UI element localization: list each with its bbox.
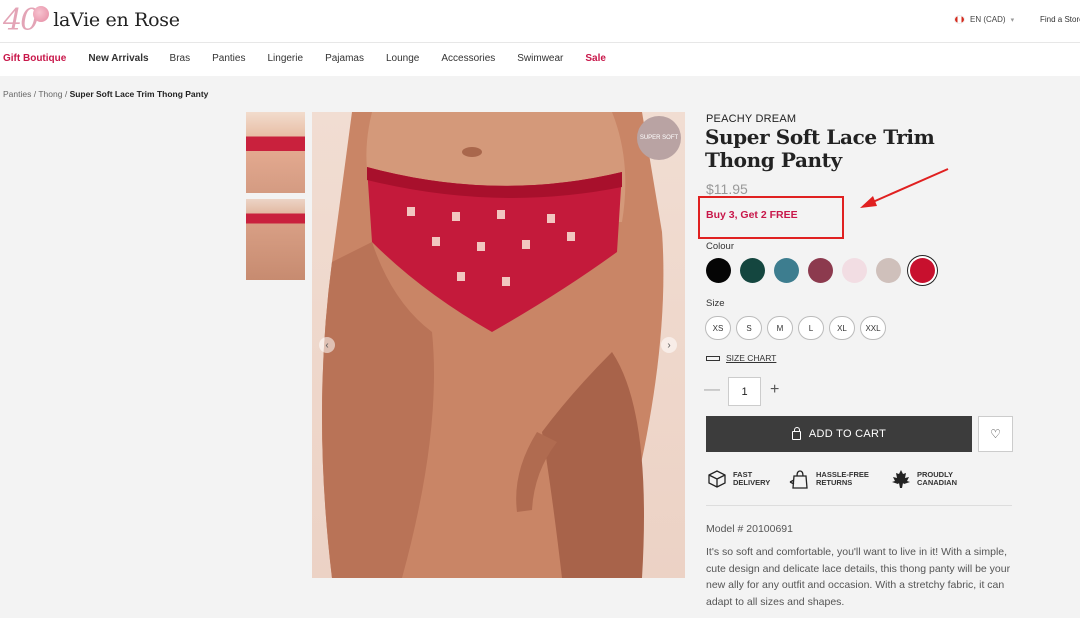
colour-swatch[interactable]	[876, 258, 901, 283]
breadcrumb-link-thong[interactable]: Thong	[38, 89, 62, 99]
colour-swatch[interactable]	[740, 258, 765, 283]
product-thumbnail-front[interactable]	[246, 112, 305, 193]
nav-item-lingerie[interactable]: Lingerie	[267, 53, 303, 64]
nav-item-lounge[interactable]: Lounge	[386, 53, 419, 64]
feature-hassle-free-returns: HASSLE-FREE RETURNS	[789, 468, 869, 490]
canada-flag-icon	[954, 15, 965, 24]
size-option[interactable]: S	[736, 316, 762, 340]
breadcrumb: Panties / Thong / Super Soft Lace Trim T…	[3, 89, 208, 99]
breadcrumb-separator: /	[33, 89, 37, 99]
colour-swatch[interactable]	[774, 258, 799, 283]
product-brand: PEACHY DREAM	[706, 113, 797, 125]
colour-swatch[interactable]	[910, 258, 935, 283]
chevron-down-icon: ▾	[1010, 16, 1015, 24]
quantity-decrease-button[interactable]: —	[704, 381, 720, 399]
product-price: $11.95	[706, 181, 748, 197]
header-divider	[0, 42, 1080, 43]
site-header: 40 laVie en Rose EN (CAD) ▾ Find a Store…	[0, 0, 1080, 76]
colour-swatch[interactable]	[706, 258, 731, 283]
product-title: Super Soft Lace Trim Thong Panty	[705, 125, 935, 172]
breadcrumb-current: Super Soft Lace Trim Thong Panty	[69, 89, 209, 99]
ruler-icon	[706, 355, 720, 361]
colour-swatch[interactable]	[808, 258, 833, 283]
breadcrumb-link-panties[interactable]: Panties	[3, 89, 31, 99]
size-option[interactable]: L	[798, 316, 824, 340]
product-thumbnail-back[interactable]	[246, 199, 305, 280]
size-option[interactable]: XS	[705, 316, 731, 340]
language-selector[interactable]: EN (CAD) ▾	[954, 15, 1014, 24]
nav-item-bras[interactable]: Bras	[170, 53, 191, 64]
rose-icon	[33, 6, 50, 22]
find-store-link[interactable]: Find a Store	[1040, 15, 1080, 24]
nav-item-sale[interactable]: Sale	[585, 53, 606, 64]
product-main-image	[312, 112, 685, 578]
annotation-highlight-box	[698, 196, 844, 239]
quantity-input[interactable]: 1	[728, 377, 761, 406]
colour-label: Colour	[706, 241, 734, 252]
size-chart-link[interactable]: SIZE CHART	[706, 353, 776, 363]
site-logo[interactable]: 40 laVie en Rose	[3, 2, 180, 38]
add-to-cart-label: ADD TO CART	[808, 428, 887, 440]
nav-item-panties[interactable]: Panties	[212, 53, 245, 64]
nav-item-gift-boutique[interactable]: Gift Boutique	[3, 53, 66, 64]
lock-icon	[791, 427, 801, 440]
maple-leaf-icon	[890, 468, 912, 490]
nav-item-swimwear[interactable]: Swimwear	[517, 53, 563, 64]
nav-item-pajamas[interactable]: Pajamas	[325, 53, 364, 64]
language-label: EN (CAD)	[970, 15, 1006, 24]
size-chart-label: SIZE CHART	[726, 353, 777, 363]
add-to-cart-button[interactable]: ADD TO CART	[706, 416, 972, 452]
quantity-increase-button[interactable]: +	[770, 381, 779, 399]
logo-anniversary-number: 40	[3, 2, 39, 38]
box-icon	[706, 468, 728, 490]
main-nav: Gift Boutique New Arrivals Bras Panties …	[3, 53, 606, 64]
super-soft-badge: SUPER SOFT	[637, 116, 681, 160]
features-divider	[706, 505, 1012, 506]
size-option[interactable]: XL	[829, 316, 855, 340]
breadcrumb-separator: /	[64, 89, 68, 99]
product-description: It's so soft and comfortable, you'll wan…	[706, 546, 1011, 608]
nav-item-new-arrivals[interactable]: New Arrivals	[88, 53, 148, 64]
nav-item-accessories[interactable]: Accessories	[441, 53, 495, 64]
size-option[interactable]: XXL	[860, 316, 886, 340]
size-option[interactable]: M	[767, 316, 793, 340]
feature-proudly-canadian: PROUDLY CANADIAN	[890, 468, 957, 490]
model-number: Model # 20100691	[706, 523, 793, 535]
logo-wordmark: laVie en Rose	[53, 9, 180, 31]
gallery-next-button[interactable]: ›	[661, 337, 677, 353]
colour-swatch[interactable]	[842, 258, 867, 283]
feature-fast-delivery: FAST DELIVERY	[706, 468, 770, 490]
return-bag-icon	[789, 468, 811, 490]
wishlist-heart-icon[interactable]: ♡	[978, 416, 1013, 452]
gallery-prev-button[interactable]: ‹	[319, 337, 335, 353]
size-label: Size	[706, 298, 725, 309]
